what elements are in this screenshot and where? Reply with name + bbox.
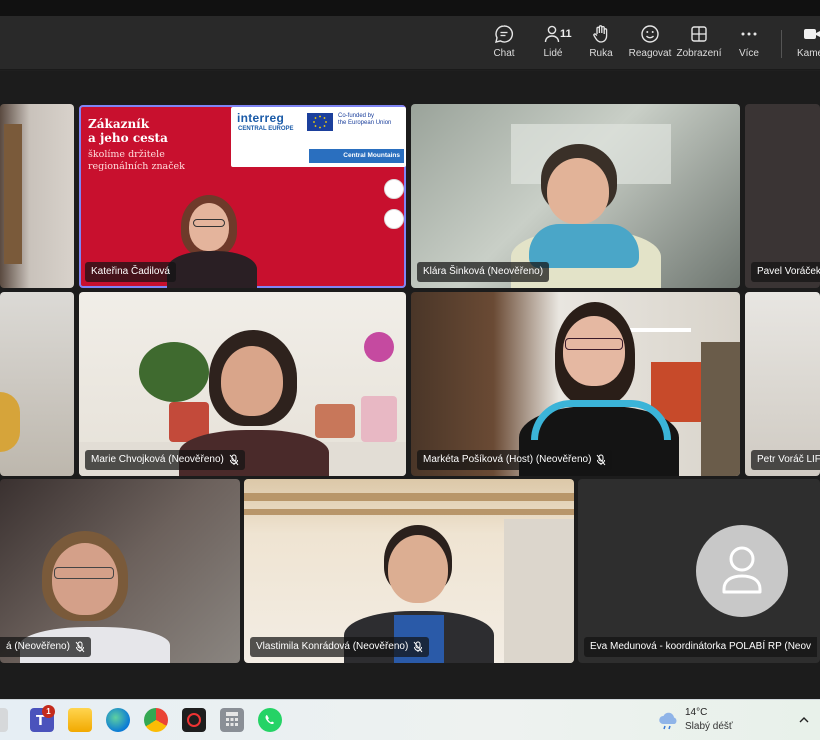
smiley-icon [641,25,659,43]
mic-muted-icon [413,641,423,653]
interreg-logo: interreg [237,111,285,125]
video-tile-partial-left-2[interactable] [0,292,74,476]
chrome-browser-icon[interactable] [144,708,168,732]
cofunded-line2: the European Union [338,120,392,126]
eu-flag-icon [307,113,333,131]
mic-muted-icon [75,641,85,653]
people-count: 11 [560,28,572,40]
video-tile-klara[interactable]: Klára Šinková (Neověřeno) [411,104,740,288]
camera-label: Kame [797,48,820,59]
participant-name-klara: Klára Šinková (Neověřeno) [417,262,550,282]
more-button[interactable]: Více [723,24,775,64]
record-icon [187,713,201,727]
people-label: Lidé [543,48,563,59]
bookshelf [4,124,22,264]
windows-taskbar: T 1 14°C Slabý déšť [0,699,820,740]
central-europe-label: CENTRAL EUROPE [238,126,294,132]
video-tile-petr[interactable]: Petr Voráč LIFE [745,292,820,476]
participant-video-katerina [167,191,277,288]
view-label: Zobrazení [676,48,722,59]
camera-icon [804,29,820,39]
phone-icon [265,715,274,725]
more-dots-icon [741,32,757,36]
video-tile-partial-left-1[interactable] [0,104,74,288]
slide-subtitle-line1: školíme držitele [88,149,165,160]
participant-name-eva: Eva Medunová - koordinátorka POLABÍ RP (… [584,637,818,657]
mic-muted-icon [597,454,606,466]
blurred-object [0,392,20,452]
ceiling-beam-2 [244,509,574,515]
more-label: Více [738,48,759,59]
rain-cloud-icon [659,712,677,730]
calculator-keys-icon [226,712,238,726]
camera-button[interactable]: Kame [792,24,820,64]
participant-name-pavel: Pavel Voráček [751,262,820,282]
avatar [696,525,788,617]
regional-brand-badge-1 [384,179,404,199]
participant-name-petr: Petr Voráč LIFE [751,450,820,470]
video-tile-eva[interactable]: Eva Medunová - koordinátorka POLABÍ RP (… [578,479,820,663]
chevron-up-icon[interactable] [798,715,810,725]
participant-name-marie: Marie Chvojková (Neověřeno) [85,450,245,470]
bookshelf-right [701,342,740,476]
raise-hand-button[interactable]: Ruka [575,24,627,64]
file-explorer-icon[interactable] [68,708,92,732]
hand-label: Ruka [589,48,613,59]
weather-temperature: 14°C [685,707,708,718]
slide-title-line1: Zákazník [88,117,150,131]
slide-subtitle-line2: regionálních značek [88,161,185,172]
slide-title-line2: a jeho cesta [88,131,168,145]
regional-brand-badge-2 [384,209,404,229]
slide-title: Zákazník a jeho cesta [88,117,168,145]
taskbar-item-partial[interactable] [0,708,8,732]
video-tile-marie[interactable]: Marie Chvojková (Neověřeno) [79,292,406,476]
title-strip [0,0,820,16]
chat-label: Chat [493,48,515,59]
pink-vase [361,396,397,442]
hand-icon [593,25,608,43]
person-icon [722,546,762,594]
orchid-flowers [364,332,394,362]
window-right [504,519,574,663]
app-icon-dark[interactable] [182,708,206,732]
slide-subtitle: školíme držitele regionálních značek [88,149,185,173]
video-tile-vlastimila[interactable]: Vlastimila Konrádová (Neověřeno) [244,479,574,663]
video-tile-pavel[interactable]: Pavel Voráček [745,104,820,288]
whatsapp-icon[interactable] [258,708,282,732]
chat-button[interactable]: Chat [478,24,530,64]
view-button[interactable]: Zobrazení [673,24,725,64]
ceiling-beam [244,493,574,501]
chat-icon [495,25,513,43]
edge-browser-icon[interactable] [106,708,130,732]
teams-notification-badge: 1 [42,705,55,718]
participant-name-partial: á (Neověřeno) [0,637,91,657]
grid-view-icon [691,26,707,42]
react-button[interactable]: Reagovat [624,24,676,64]
participant-name-vlastimila: Vlastimila Konrádová (Neověřeno) [250,637,430,657]
weather-description: Slabý déšť [685,721,733,732]
participant-name-katerina: Kateřina Čadilová [85,262,176,282]
toolbar-divider [781,30,782,58]
video-tile-katerina[interactable]: Zákazník a jeho cesta školíme držitele r… [79,105,406,288]
people-button[interactable]: 11 Lidé [527,24,579,64]
participant-name-marketa: Markéta Pošíková (Host) (Neověřeno) [417,450,613,470]
video-grid: Zákazník a jeho cesta školíme držitele r… [0,71,820,699]
video-tile-partial-left-3[interactable]: á (Neověřeno) [0,479,240,663]
cofunded-label: Co-funded by the European Union [338,113,391,127]
central-mountains-label: Central Mountains [309,149,404,163]
teams-meeting-window: Chat 11 Lidé Ruka Reagovat Zobrazení Víc… [0,0,820,740]
calculator-icon[interactable] [220,708,244,732]
meeting-toolbar: Chat 11 Lidé Ruka Reagovat Zobrazení Víc… [0,16,820,70]
cofunded-line1: Co-funded by [338,113,375,119]
mic-muted-icon [229,454,239,466]
react-label: Reagovat [628,48,672,59]
video-tile-marketa[interactable]: Markéta Pošíková (Host) (Neověřeno) [411,292,740,476]
interreg-logo-box: interreg CENTRAL EUROPE Co-funded by the… [231,107,406,167]
